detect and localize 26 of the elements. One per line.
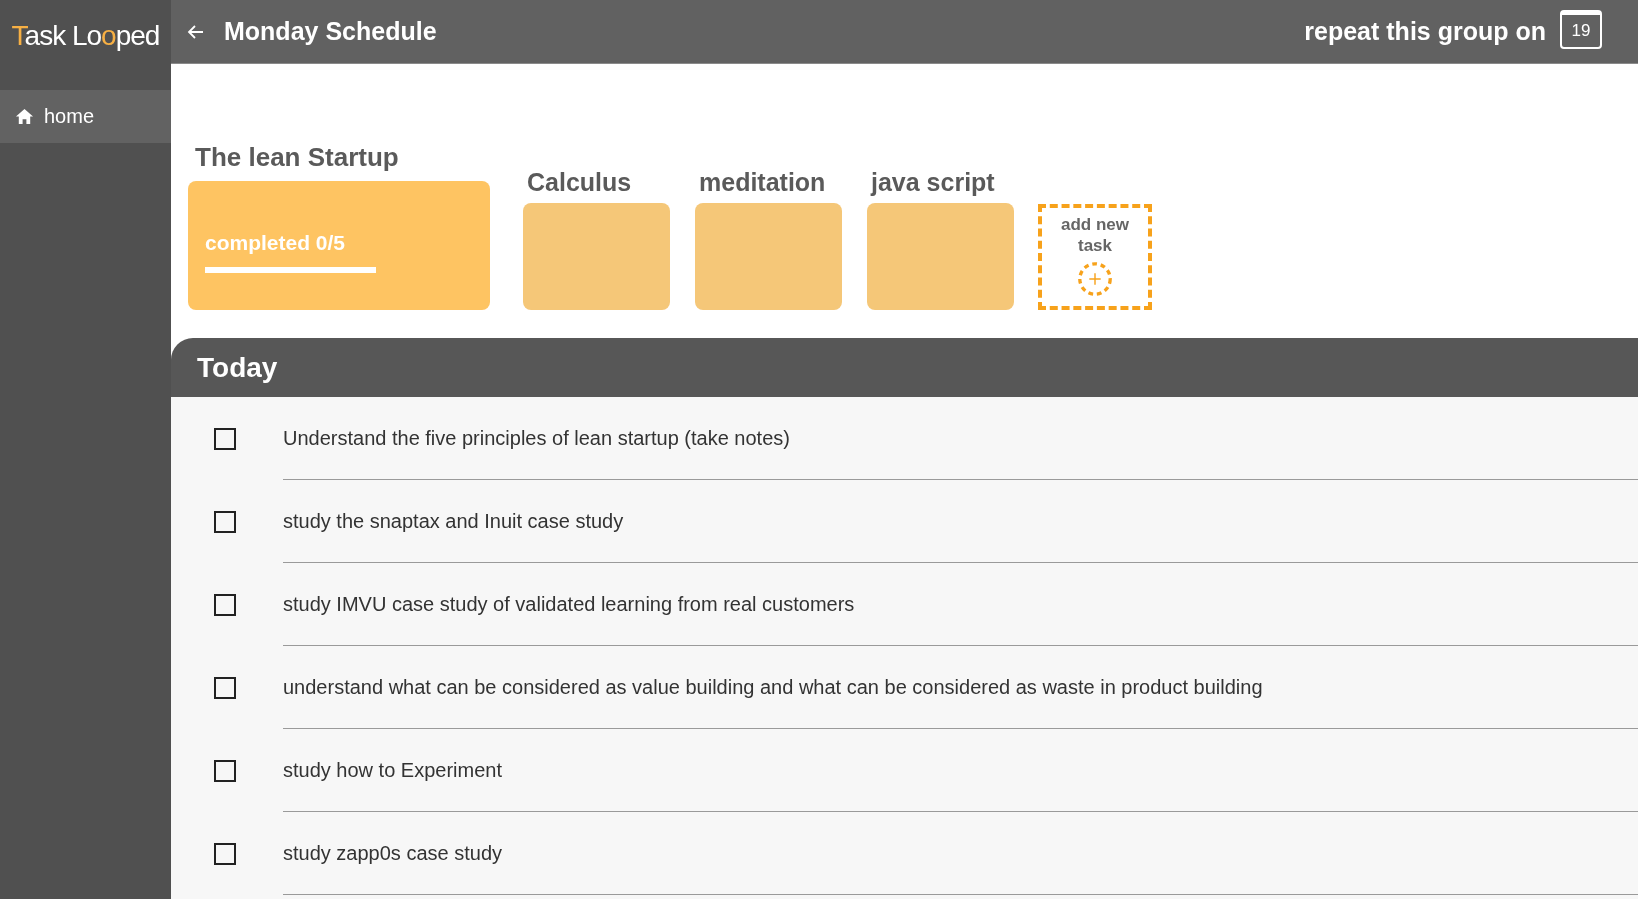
- task-text: study zapp0s case study: [283, 812, 1638, 895]
- checkbox[interactable]: [214, 593, 236, 616]
- section-header: Today: [171, 338, 1638, 397]
- task-text: understand what can be considered as value building and what can be considered as waste in product building: [283, 646, 1638, 729]
- task-text: study IMVU case study of validated learning from real customers: [283, 563, 1638, 646]
- task-text: study how to Experiment: [283, 729, 1638, 812]
- checkbox[interactable]: [214, 842, 236, 865]
- task-text: Understand the five principles of lean startup (take notes): [283, 397, 1638, 480]
- page-title: Monday Schedule: [224, 17, 437, 46]
- group-title: meditation: [698, 168, 827, 197]
- task-text: study the snaptax and Inuit case study: [283, 480, 1638, 563]
- group-title: The lean Startup: [194, 142, 400, 173]
- checkbox[interactable]: [214, 427, 236, 450]
- checkbox[interactable]: [214, 676, 236, 699]
- calendar-button[interactable]: 19: [1560, 10, 1602, 49]
- sidebar-item[interactable]: home: [0, 90, 171, 143]
- checkbox[interactable]: [214, 759, 236, 782]
- home-icon: [15, 107, 34, 126]
- group-title: java script: [869, 168, 996, 197]
- repeat-label: repeat this group on: [1304, 17, 1546, 46]
- add-task-button[interactable]: add new task: [1038, 204, 1152, 310]
- progress-text: completed 0/5: [205, 231, 347, 255]
- logo: Task Looped: [11, 20, 160, 52]
- add-icon: [1076, 260, 1114, 298]
- group-title: Calculus: [526, 168, 633, 197]
- checkbox[interactable]: [214, 510, 236, 533]
